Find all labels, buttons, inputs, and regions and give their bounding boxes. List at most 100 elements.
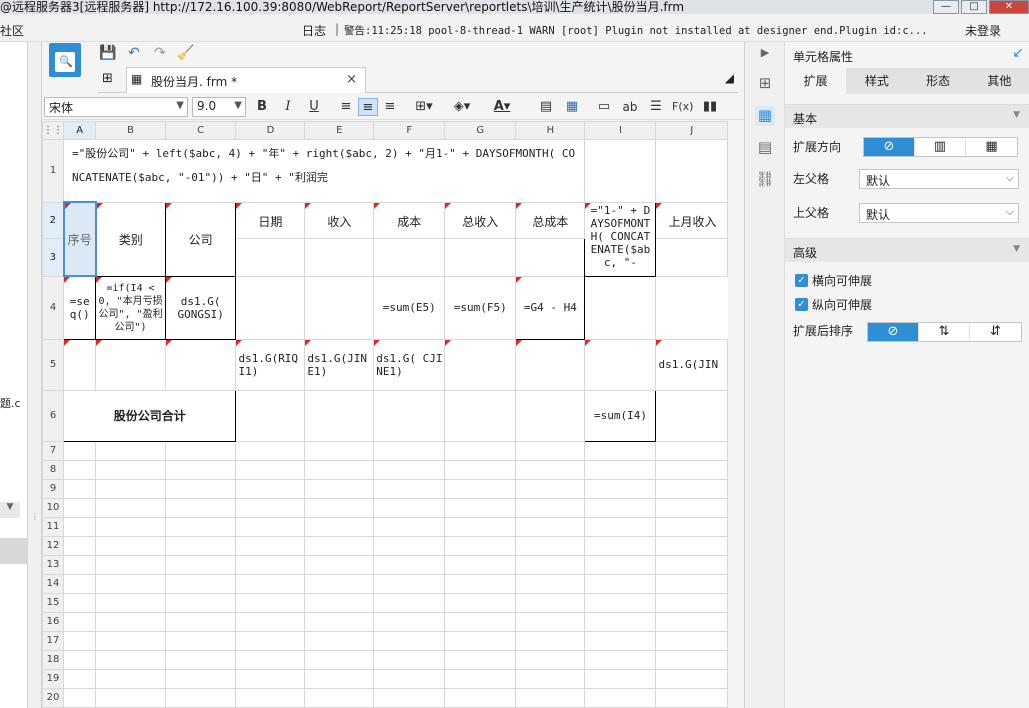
cell-A6-total-label[interactable]: 股份公司合计 [62, 389, 237, 442]
redo-icon[interactable]: ↷ [150, 44, 170, 62]
cell-A1-title-formula[interactable]: ="股份公司" + left($abc, 4) + "年" + right($a… [62, 139, 586, 203]
corner-cell[interactable]: ⋮⋮ [42, 121, 64, 140]
cell-C2-company[interactable]: 公司 [164, 201, 237, 277]
file-fragment[interactable]: 题.c [0, 395, 21, 411]
maximize-button[interactable]: □ [961, 0, 987, 14]
cell[interactable] [584, 139, 657, 203]
pin-icon[interactable]: ↙ [1012, 45, 1024, 61]
row-header[interactable]: 18 [42, 649, 64, 670]
vertical-expand-icon[interactable]: ▥ [915, 138, 966, 156]
app-logo-icon[interactable]: 🔍 [49, 43, 81, 77]
top-parent-select[interactable]: 默认 ⌵ [859, 203, 1019, 223]
cell[interactable] [304, 389, 375, 442]
col-header[interactable]: G [444, 121, 517, 140]
row-header[interactable]: 12 [42, 535, 64, 556]
cell-I2-formula[interactable]: ="1-" + DAYSOFMONTH( CONCATENATE($abc, "… [584, 201, 657, 277]
tab-report[interactable]: ▦ 股份当月. frm * × [126, 67, 366, 93]
no-expand-icon[interactable]: ⊘ [864, 138, 915, 156]
cell-G4-sum-formula[interactable]: =sum(E5) [373, 275, 446, 340]
cell[interactable] [515, 389, 586, 442]
cell-B4-if-formula[interactable]: =if(I4 < 0, "本月亏损公司", "盈利公司") [95, 275, 166, 340]
underline-icon[interactable]: U [304, 98, 324, 116]
sheet-grid[interactable]: ⋮⋮ A B C D E F G H I J 1 ="股份公司" + left(… [42, 121, 728, 708]
cell-C4-company-formula[interactable]: ds1.G( GONGSI) [164, 275, 237, 340]
cell-I4-diff-formula[interactable]: =G4 - H4 [515, 275, 586, 340]
cell[interactable] [304, 275, 375, 340]
cell-H2-total-cost[interactable]: 总成本 [515, 201, 586, 239]
col-header[interactable]: B [95, 121, 166, 140]
italic-icon[interactable]: I [278, 98, 298, 116]
cell[interactable] [373, 389, 446, 442]
row-header[interactable]: 17 [42, 630, 64, 651]
row-header[interactable]: 6 [42, 389, 64, 442]
align-center-icon[interactable]: ≡ [358, 98, 378, 116]
cell[interactable] [655, 139, 728, 203]
row-header[interactable]: 10 [42, 497, 64, 518]
cell[interactable] [235, 275, 306, 340]
h-expand-checkbox[interactable]: ✓ 横向可伸展 [795, 272, 872, 289]
cell-E2-income[interactable]: 收入 [304, 201, 375, 239]
cell-A2-seq[interactable]: 序号 [62, 201, 97, 277]
align-right-icon[interactable]: ≡ [380, 98, 400, 116]
tab-expand[interactable]: 扩展 [785, 68, 847, 94]
insert-row-icon[interactable]: ▭ [594, 98, 614, 116]
spreadsheet[interactable]: ⋮⋮ A B C D E F G H I J 1 ="股份公司" + left(… [42, 121, 728, 708]
horizontal-expand-icon[interactable]: ▦ [966, 138, 1017, 156]
collapse-icon[interactable]: ▼ [1013, 110, 1020, 120]
splitter-handle-icon[interactable]: ⋮ [31, 512, 39, 521]
font-size-select[interactable]: 9.0 ▼ [192, 97, 246, 117]
cell-J5-formula[interactable]: ds1.G(JIN [655, 338, 728, 391]
cell-B2-category[interactable]: 类别 [95, 201, 166, 277]
collapse-arrow-icon[interactable]: ▶ [755, 46, 775, 66]
row-header[interactable]: 2 [42, 201, 64, 239]
row-header[interactable]: 3 [42, 237, 64, 277]
col-header[interactable]: H [515, 121, 586, 140]
cell-E5-amount-formula[interactable]: ds1.G(JINE1) [304, 338, 375, 391]
cell-attribute-icon[interactable]: ▦ [755, 106, 775, 126]
bold-icon[interactable]: B [252, 98, 272, 116]
menu-community[interactable]: 社区 [0, 22, 24, 39]
paragraph-icon[interactable]: ☰ [646, 98, 666, 116]
col-header[interactable]: A [62, 121, 97, 140]
text-icon[interactable]: ab [620, 98, 640, 116]
cell[interactable] [444, 237, 517, 277]
minimize-button[interactable]: — [933, 0, 959, 14]
tab-form[interactable]: 形态 [908, 68, 969, 94]
cell[interactable] [444, 389, 517, 442]
row-header[interactable]: 7 [42, 440, 64, 461]
cell[interactable] [584, 275, 657, 340]
sort-descending-icon[interactable]: ⇵ [970, 323, 1021, 341]
cell-D2-date[interactable]: 日期 [235, 201, 306, 239]
merge-cells-icon[interactable]: ▤ [536, 98, 556, 116]
cell-G2-total-income[interactable]: 总收入 [444, 201, 517, 239]
row-header[interactable]: 20 [42, 687, 64, 708]
row-header[interactable]: 5 [42, 338, 64, 391]
col-header[interactable]: D [235, 121, 306, 140]
row-header[interactable]: 8 [42, 459, 64, 480]
menu-log[interactable]: 日志 [302, 22, 326, 39]
close-tab-icon[interactable]: × [346, 72, 357, 87]
format-painter-icon[interactable]: 🧹 [176, 44, 196, 62]
hyperlink-icon[interactable]: ⛓ [755, 170, 775, 190]
font-family-select[interactable]: 宋体 ▼ [44, 97, 188, 117]
section-advanced[interactable]: 高级 ▼ [785, 238, 1029, 262]
undo-icon[interactable]: ↶ [124, 44, 144, 62]
row-header[interactable]: 4 [42, 275, 64, 340]
splitter[interactable]: ⋮ [28, 42, 42, 708]
cell[interactable] [373, 237, 446, 277]
no-sort-icon[interactable]: ⊘ [868, 323, 919, 341]
formula-icon[interactable]: F(x) [672, 98, 693, 116]
save-icon[interactable]: 💾 [98, 44, 118, 62]
cell-element-icon[interactable]: ⊞ [755, 74, 775, 94]
checkbox-checked-icon[interactable]: ✓ [795, 274, 808, 287]
tab-menu-icon[interactable]: ◢ [725, 71, 734, 85]
cell-I6-sum-formula[interactable]: =sum(I4) [584, 389, 657, 442]
checkbox-checked-icon[interactable]: ✓ [795, 298, 808, 311]
chevron-down-icon[interactable]: ▼ [0, 502, 20, 518]
chart-icon[interactable]: ▮▮ [700, 98, 720, 116]
left-parent-select[interactable]: 默认 ⌵ [859, 169, 1019, 189]
condition-attribute-icon[interactable]: ▤ [755, 138, 775, 158]
cell[interactable] [304, 237, 375, 277]
row-header[interactable]: 1 [42, 139, 64, 203]
fill-color-icon[interactable]: ◈▾ [452, 98, 472, 116]
